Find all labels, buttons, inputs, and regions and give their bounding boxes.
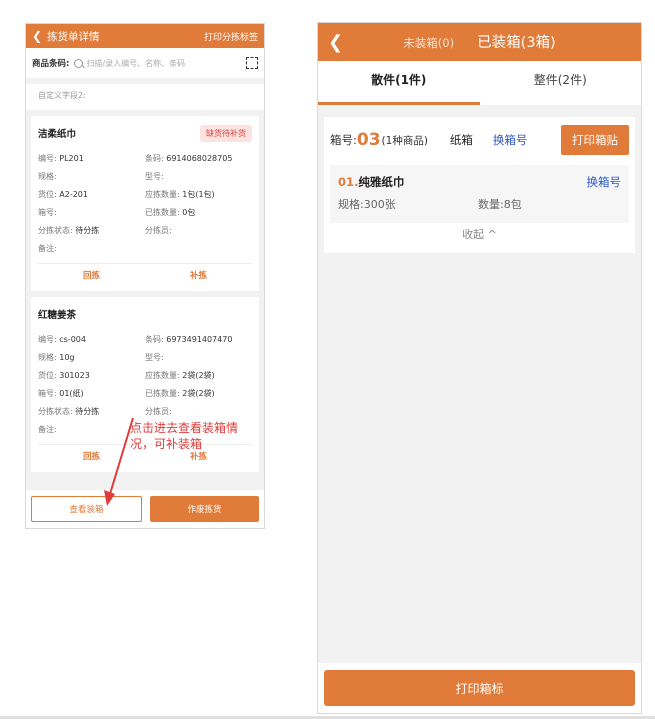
search-placeholder: 扫描/录入编号、名称、条码	[86, 58, 186, 68]
field-label: 条码:	[145, 154, 164, 163]
print-box-label-button[interactable]: 打印箱标	[324, 670, 635, 706]
product-code: cs-004	[59, 335, 86, 344]
field-label: 应拣数量:	[145, 371, 180, 380]
scan-icon[interactable]	[246, 57, 258, 69]
back-icon[interactable]: ❮	[32, 29, 42, 43]
list-item: 01. 纯雅纸巾 换箱号 规格:300张 数量:8包	[330, 165, 629, 223]
required-qty: 2袋(2袋)	[182, 371, 215, 380]
print-sort-label-button[interactable]: 打印分拣标签	[204, 30, 258, 43]
change-box-number-button[interactable]: 换箱号	[493, 132, 528, 148]
item-qty: 数量:8包	[478, 198, 522, 211]
product-name: 红糖姜茶	[38, 310, 77, 321]
left-header: ❮ 拣货单详情 打印分拣标签	[26, 24, 264, 48]
field-label: 型号:	[145, 353, 164, 362]
field-label: 已拣数量:	[145, 208, 180, 217]
collapse-button[interactable]: 收起 ^	[330, 223, 629, 247]
item-name: 纯雅纸巾	[358, 175, 405, 189]
box-number: 01(纸)	[59, 389, 84, 398]
field-label: 条码:	[145, 335, 164, 344]
item-index: 01.	[338, 175, 359, 189]
box-number-value: 03	[356, 130, 381, 150]
field-label: 货位:	[38, 371, 57, 380]
product-location: A2-201	[59, 190, 88, 199]
right-header: ❮ 未装箱(0) 已装箱(3箱)	[318, 23, 641, 61]
status-badge: 缺货待补货	[200, 124, 252, 142]
required-qty: 1包(1包)	[182, 190, 215, 199]
tab-whole-items[interactable]: 整件(2件)	[480, 61, 642, 105]
barcode-search-row: 商品条码: 扫描/录入编号、名称、条码	[26, 48, 264, 78]
print-box-sticker-button[interactable]: 打印箱贴	[561, 125, 629, 155]
tab-loose-items[interactable]: 散件(1件)	[318, 61, 480, 105]
product-barcode: 6914068028705	[166, 154, 233, 163]
tab-packed[interactable]: 已装箱(3箱)	[477, 35, 556, 51]
tab-unpacked[interactable]: 未装箱(0)	[403, 36, 454, 50]
product-spec: 10g	[59, 353, 75, 362]
picked-qty: 0包	[182, 208, 196, 217]
field-label: 分拣状态:	[38, 226, 73, 235]
repick-button[interactable]: 回拣	[38, 269, 145, 281]
field-label: 备注:	[38, 244, 57, 253]
field-label: 分拣员:	[145, 226, 172, 235]
barcode-label: 商品条码:	[32, 59, 70, 69]
box-card: 箱号: 03 (1种商品) 纸箱 换箱号 打印箱贴 01. 纯雅纸巾 换箱号 规…	[324, 117, 635, 253]
sort-status: 待分拣	[75, 226, 100, 235]
field-label: 规格:	[38, 172, 57, 181]
field-label: 编号:	[38, 335, 57, 344]
right-bottom-bar: 打印箱标	[318, 663, 641, 713]
box-number-label: 箱号:	[330, 133, 357, 147]
product-location: 301023	[59, 371, 90, 380]
field-label: 型号:	[145, 172, 164, 181]
field-label: 规格:	[38, 353, 57, 362]
custom-field: 自定义字段2:	[26, 84, 264, 110]
field-label: 已拣数量:	[145, 389, 180, 398]
back-icon[interactable]: ❮	[328, 32, 358, 53]
product-card: 洁柔纸巾 缺货待补货 编号: PL201 条码: 6914068028705 规…	[31, 116, 259, 291]
void-picking-button[interactable]: 作废拣货	[150, 496, 259, 522]
supplement-pick-button[interactable]: 补拣	[145, 269, 252, 281]
item-spec: 规格:300张	[338, 198, 396, 211]
product-barcode: 6973491407470	[166, 335, 233, 344]
item-type-tabs: 散件(1件) 整件(2件)	[318, 61, 641, 105]
field-label: 分拣状态:	[38, 407, 73, 416]
field-label: 应拣数量:	[145, 190, 180, 199]
product-name: 洁柔纸巾	[38, 129, 77, 140]
field-label: 货位:	[38, 190, 57, 199]
barcode-search-input[interactable]: 扫描/录入编号、名称、条码	[74, 58, 242, 69]
product-code: PL201	[59, 154, 84, 163]
search-icon	[74, 58, 84, 68]
page-title: 拣货单详情	[47, 30, 100, 43]
picked-qty: 2袋(2袋)	[182, 389, 215, 398]
box-type: 纸箱	[449, 133, 473, 147]
active-tab-indicator	[318, 102, 480, 105]
field-label: 箱号:	[38, 389, 57, 398]
field-label: 备注:	[38, 425, 57, 434]
right-phone-screen: ❮ 未装箱(0) 已装箱(3箱) 散件(1件) 整件(2件) 箱号: 03 (1…	[317, 22, 642, 714]
field-label: 箱号:	[38, 208, 57, 217]
item-change-box-button[interactable]: 换箱号	[587, 174, 622, 190]
annotation-note: 点击进去查看装箱情况，可补装箱	[130, 421, 239, 451]
field-label: 编号:	[38, 154, 57, 163]
box-item-count: (1种商品)	[381, 134, 428, 147]
